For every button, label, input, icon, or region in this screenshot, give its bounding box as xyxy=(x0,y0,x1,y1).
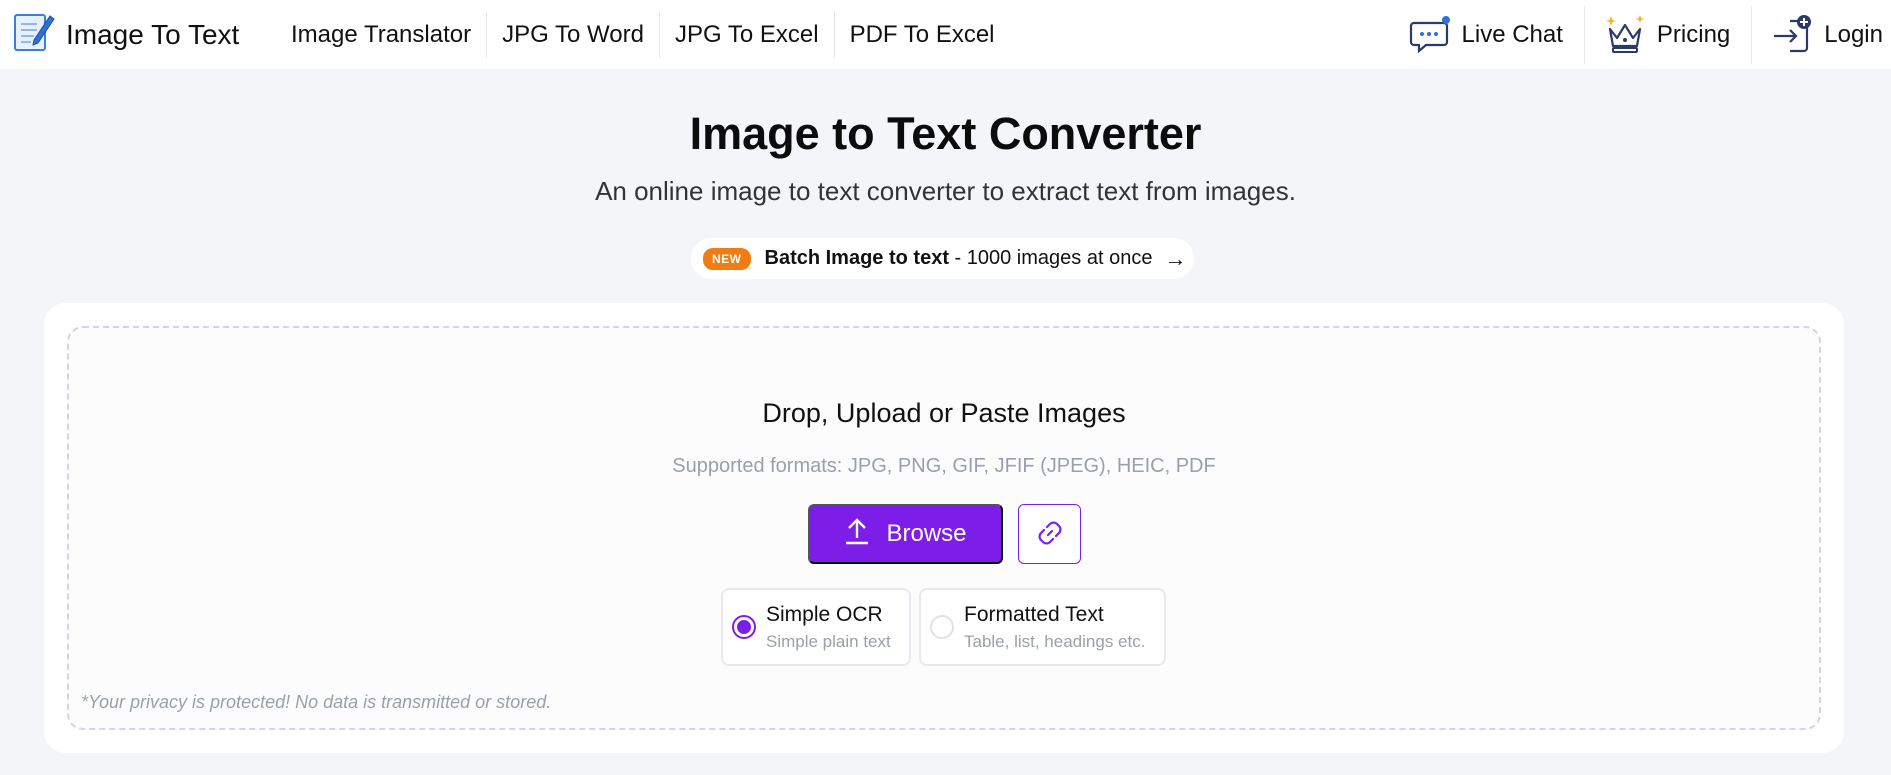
page-subtitle: An online image to text converter to ext… xyxy=(595,176,1296,206)
live-chat-button[interactable]: Live Chat xyxy=(1390,5,1585,64)
nav-jpg-to-excel[interactable]: JPG To Excel xyxy=(660,11,835,58)
pricing-label: Pricing xyxy=(1656,20,1731,48)
privacy-note: *Your privacy is protected! No data is t… xyxy=(81,692,552,712)
option-simple-ocr[interactable]: Simple OCR Simple plain text xyxy=(721,588,911,666)
drop-zone-title: Drop, Upload or Paste Images xyxy=(762,398,1126,428)
option-label: Simple OCR xyxy=(766,602,883,626)
chat-bubble-icon xyxy=(1408,13,1452,57)
upload-card: Drop, Upload or Paste Images Supported f… xyxy=(44,303,1844,753)
paste-url-button[interactable] xyxy=(1018,504,1081,564)
arrow-right-icon: → xyxy=(1164,245,1187,271)
formatted-text-radio[interactable] xyxy=(930,615,954,639)
crown-icon xyxy=(1603,13,1647,57)
option-label: Formatted Text xyxy=(964,602,1104,626)
browse-label: Browse xyxy=(886,520,967,547)
option-formatted-text[interactable]: Formatted Text Table, list, headings etc… xyxy=(919,588,1166,666)
batch-promo-link[interactable]: NEW Batch Image to text - 1000 images at… xyxy=(691,238,1194,279)
batch-title: Batch Image to text xyxy=(764,247,949,269)
link-icon xyxy=(1035,518,1065,551)
pricing-button[interactable]: Pricing xyxy=(1585,5,1753,64)
option-description: Simple plain text xyxy=(766,631,891,651)
logo-text: Image To Text xyxy=(66,18,240,50)
login-icon xyxy=(1770,13,1814,57)
logo[interactable]: Image To Text xyxy=(12,10,276,59)
page-title: Image to Text Converter xyxy=(689,108,1202,159)
nav-image-translator[interactable]: Image Translator xyxy=(276,11,488,58)
option-description: Table, list, headings etc. xyxy=(964,631,1146,651)
drop-zone[interactable]: Drop, Upload or Paste Images Supported f… xyxy=(67,326,1821,730)
notepad-pencil-icon xyxy=(12,10,56,59)
main-nav: Image Translator JPG To Word JPG To Exce… xyxy=(276,0,1010,69)
login-label: Login xyxy=(1824,20,1883,48)
nav-pdf-to-excel[interactable]: PDF To Excel xyxy=(835,12,1010,58)
supported-formats: Supported formats: JPG, PNG, GIF, JFIF (… xyxy=(672,455,1216,477)
live-chat-label: Live Chat xyxy=(1461,20,1563,48)
site-header: Image To Text Image Translator JPG To Wo… xyxy=(0,0,1891,69)
new-badge: NEW xyxy=(703,247,751,270)
header-actions: Live Chat Pricing Login xyxy=(1390,0,1891,69)
simple-ocr-radio[interactable] xyxy=(732,615,756,639)
upload-icon xyxy=(844,517,886,552)
nav-jpg-to-word[interactable]: JPG To Word xyxy=(487,11,660,58)
batch-description: - 1000 images at once xyxy=(948,247,1153,269)
login-button[interactable]: Login xyxy=(1752,6,1891,64)
browse-button[interactable]: Browse xyxy=(808,504,1003,564)
